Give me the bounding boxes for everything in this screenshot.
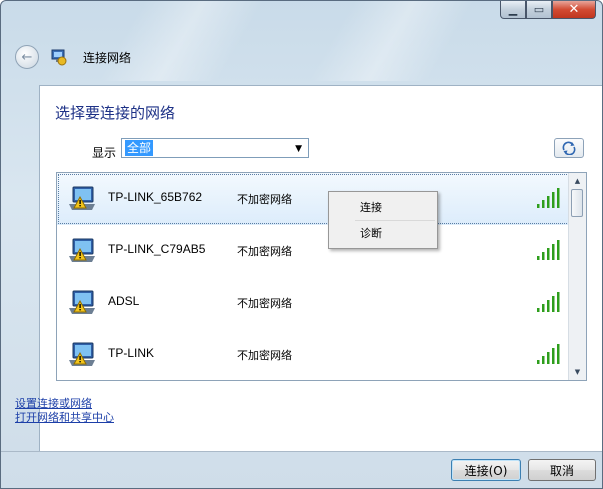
network-security: 不加密网络 [237,245,292,258]
close-button[interactable]: ✕ [552,1,596,19]
network-list: TP-LINK_65B762 不加密网络 TP-LINK_C79AB5 不加密网… [56,172,587,381]
footer-divider [1,451,602,452]
scroll-up-button[interactable]: ▲ [569,173,586,189]
chevron-down-icon: ▼ [574,368,581,376]
network-ssid: TP-LINK_C79AB5 [108,242,206,256]
network-security: 不加密网络 [237,349,292,362]
signal-strength-icon [537,344,560,364]
network-security: 不加密网络 [237,193,292,206]
filter-label: 显示 [92,146,117,160]
unsecured-network-icon [69,186,95,210]
network-ssid: TP-LINK [108,346,155,360]
back-arrow-icon: ← [21,49,33,65]
network-row[interactable]: TP-LINK_C79AB5 不加密网络 [57,225,570,277]
signal-strength-icon [537,188,560,208]
glass-highlight [97,1,265,81]
minimize-icon: ▁ [508,3,518,16]
network-wizard-icon [51,49,67,66]
menu-separator [355,220,435,221]
back-button[interactable]: ← [15,45,39,69]
maximize-icon: ▭ [533,3,545,16]
network-ssid: TP-LINK_65B762 [108,190,203,204]
filter-selected-value: 全部 [125,140,154,156]
cancel-button[interactable]: 取消 [528,459,596,481]
minimize-button[interactable]: ▁ [500,1,526,19]
menu-item-connect[interactable]: 连接 [332,196,434,220]
signal-strength-icon [537,292,560,312]
glass-highlight [307,1,475,81]
menu-item-diagnose[interactable]: 诊断 [332,222,434,246]
connect-button[interactable]: 连接(O) [451,459,521,481]
context-menu: 连接 诊断 [328,191,438,249]
unsecured-network-icon [69,290,95,314]
window-title: 连接网络 [83,50,132,65]
chevron-up-icon: ▲ [574,177,581,185]
links-area: 设置连接或网络 打开网络和共享中心 [15,397,114,425]
network-sharing-center-link[interactable]: 打开网络和共享中心 [15,411,114,425]
refresh-button[interactable] [554,138,584,158]
chevron-down-icon: ▼ [295,144,302,154]
filter-dropdown[interactable]: 全部 ▼ [121,138,309,158]
network-security: 不加密网络 [237,297,292,310]
refresh-icon [562,141,576,155]
network-row[interactable]: TP-LINK_65B762 不加密网络 [57,173,570,225]
setup-connection-link[interactable]: 设置连接或网络 [15,397,114,411]
caption-buttons: ▁ ▭ ✕ [500,1,596,19]
network-ssid: ADSL [108,294,140,308]
vertical-scrollbar[interactable]: ▲ ▼ [568,173,586,380]
scroll-thumb[interactable] [571,189,583,217]
signal-strength-icon [537,240,560,260]
close-icon: ✕ [568,2,580,17]
scroll-down-button[interactable]: ▼ [569,364,586,380]
content-pane: 选择要连接的网络 显示 全部 ▼ TP-LINK_65B762 不加密网络 TP… [39,85,602,452]
unsecured-network-icon [69,342,95,366]
network-row[interactable]: ADSL 不加密网络 [57,277,570,329]
connect-to-network-window: ▁ ▭ ✕ ← 连接网络 选择要连接的网络 显示 全部 ▼ TP-LINK_65… [0,0,603,489]
header-row: ← 连接网络 [15,45,131,69]
page-heading: 选择要连接的网络 [55,104,176,122]
network-row[interactable]: TP-LINK 不加密网络 [57,329,570,380]
unsecured-network-icon [69,238,95,262]
maximize-button[interactable]: ▭ [526,1,552,19]
